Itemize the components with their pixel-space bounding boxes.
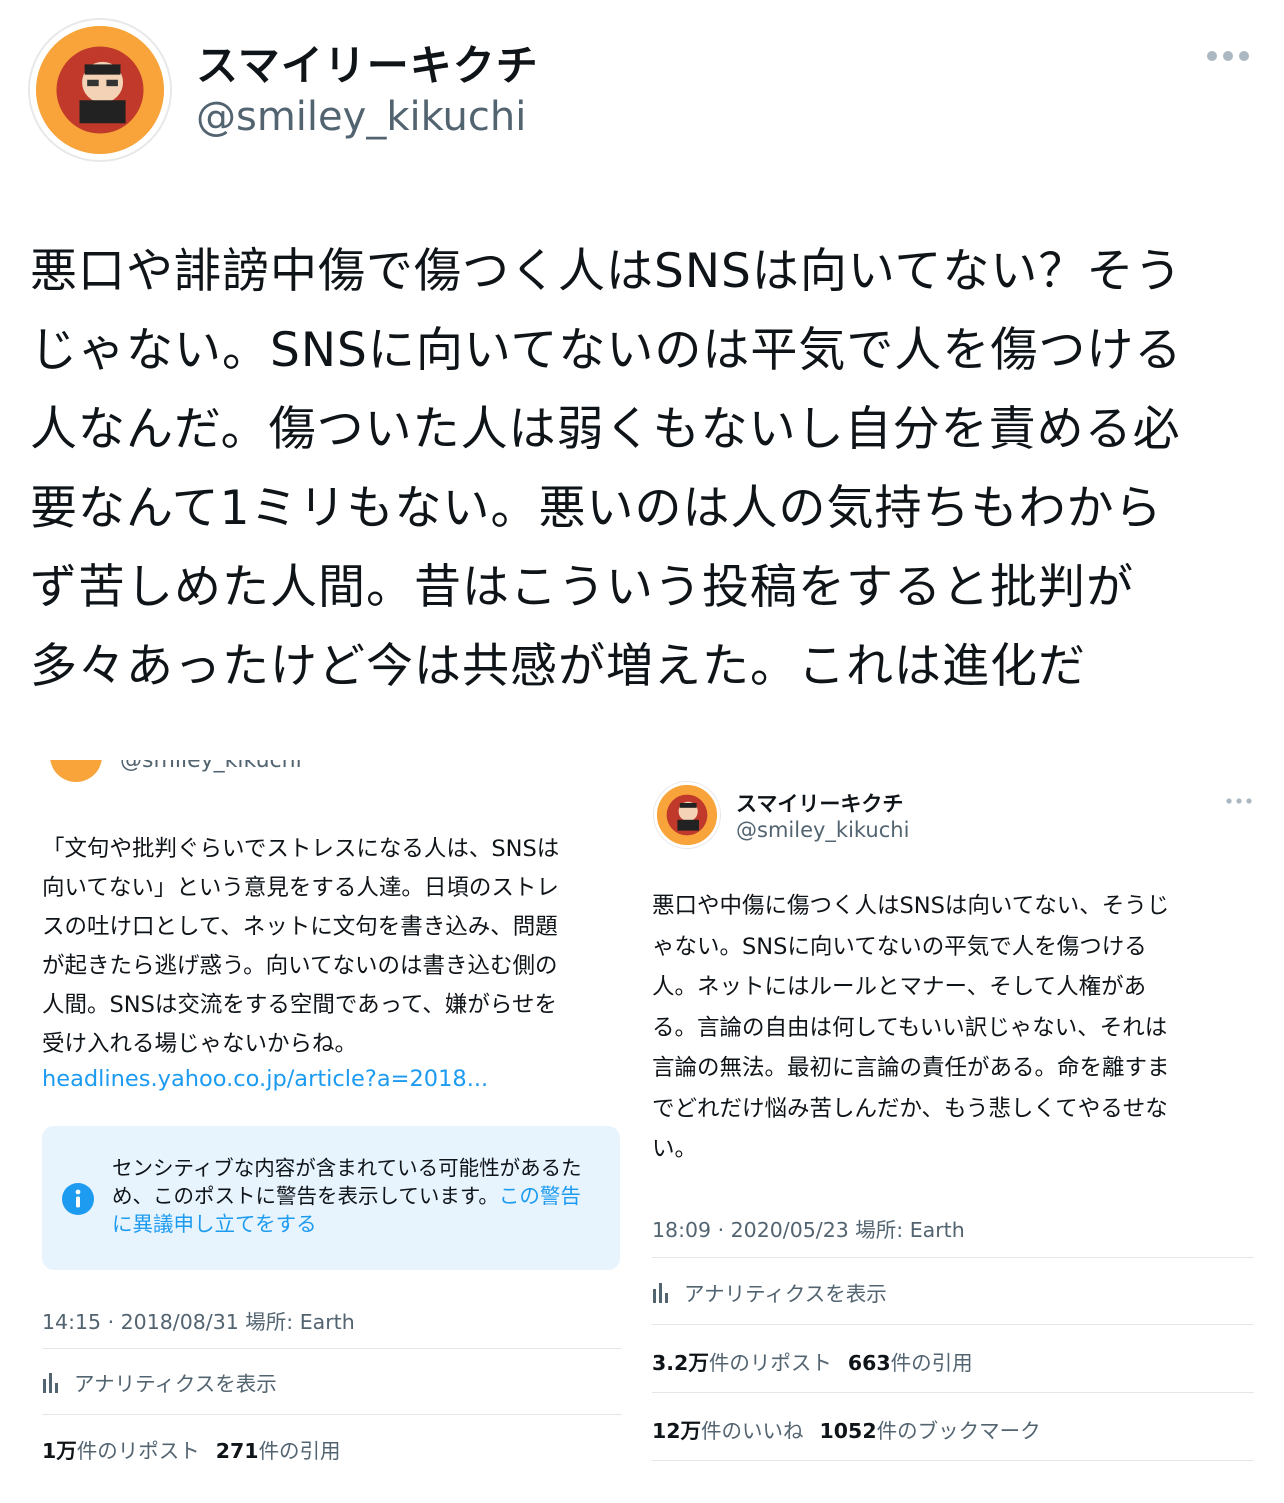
reposts-label: 件のリポスト [708,1351,832,1375]
handle[interactable]: @smiley_kikuchi [196,94,526,140]
post-text: 悪口や誹謗中傷で傷つく人はSNSは向いてない？そう じゃない。SNSに向いてない… [30,244,1183,694]
display-name: スマイリーキクチ [736,792,904,816]
quotes-count[interactable]: 271 [216,1439,259,1463]
engagement-stats: 3.2万件のリポスト 663件の引用 [652,1346,973,1376]
more-icon[interactable] [1206,46,1250,66]
reposts-count[interactable]: 3.2万 [652,1351,709,1375]
divider [42,1348,622,1349]
avatar [654,782,720,848]
warning-text: センシティブな内容が含まれている可能性があるた め、このポストに警告を表示してい… [112,1154,612,1238]
analytics-button[interactable]: アナリティクスを表示 [652,1277,887,1307]
post-text: 悪口や中傷に傷つく人はSNSは向いてない、そうじ ゃない。SNSに向いてないの平… [652,893,1170,1162]
likes-count[interactable]: 12万 [652,1419,701,1443]
engagement-stats: 1万件のリポスト 271件の引用 [42,1434,341,1464]
divider [42,1414,622,1415]
info-icon [62,1183,94,1215]
post-text: 「文句や批判ぐらいでストレスになる人は、SNSは 向いてない」という意見をする人… [42,836,560,1057]
divider [652,1257,1254,1258]
likes-label: 件のいいね [701,1419,804,1443]
bookmarks-label: 件のブックマーク [876,1419,1041,1443]
more-icon [1226,798,1252,804]
post-meta: 18:09 · 2020/05/23 場所: Earth [652,1218,965,1242]
quotes-count[interactable]: 663 [848,1351,891,1375]
bookmarks-count[interactable]: 1052 [820,1419,877,1443]
avatar[interactable] [30,20,170,160]
analytics-label: アナリティクスを表示 [684,1282,887,1306]
avatar [50,760,102,782]
embedded-screenshot-right: スマイリーキクチ @smiley_kikuchi 悪口や中傷に傷つく人はSNSは… [640,760,1284,1503]
reposts-count[interactable]: 1万 [42,1439,77,1463]
reposts-label: 件のリポスト [76,1439,200,1463]
divider [652,1460,1254,1461]
handle: @smiley_kikuchi [120,760,302,773]
handle: @smiley_kikuchi [736,818,910,842]
post-meta: 14:15 · 2018/08/31 場所: Earth [42,1310,355,1334]
quotes-label: 件の引用 [258,1439,341,1463]
sensitive-warning: センシティブな内容が含まれている可能性があるた め、このポストに警告を表示してい… [42,1126,620,1270]
quotes-label: 件の引用 [890,1351,973,1375]
analytics-icon [653,1283,668,1303]
engagement-stats: 12万件のいいね 1052件のブックマーク [652,1414,1041,1444]
embedded-screenshot-left: @smiley_kikuchi 「文句や批判ぐらいでストレスになる人は、SNSは… [0,760,640,1503]
analytics-button[interactable]: アナリティクスを表示 [42,1367,277,1397]
article-link[interactable]: headlines.yahoo.co.jp/article?a=2018... [42,1066,488,1092]
divider [652,1392,1254,1393]
analytics-label: アナリティクスを表示 [74,1372,277,1396]
analytics-icon [43,1373,58,1393]
display-name[interactable]: スマイリーキクチ [196,32,539,93]
divider [652,1324,1254,1325]
